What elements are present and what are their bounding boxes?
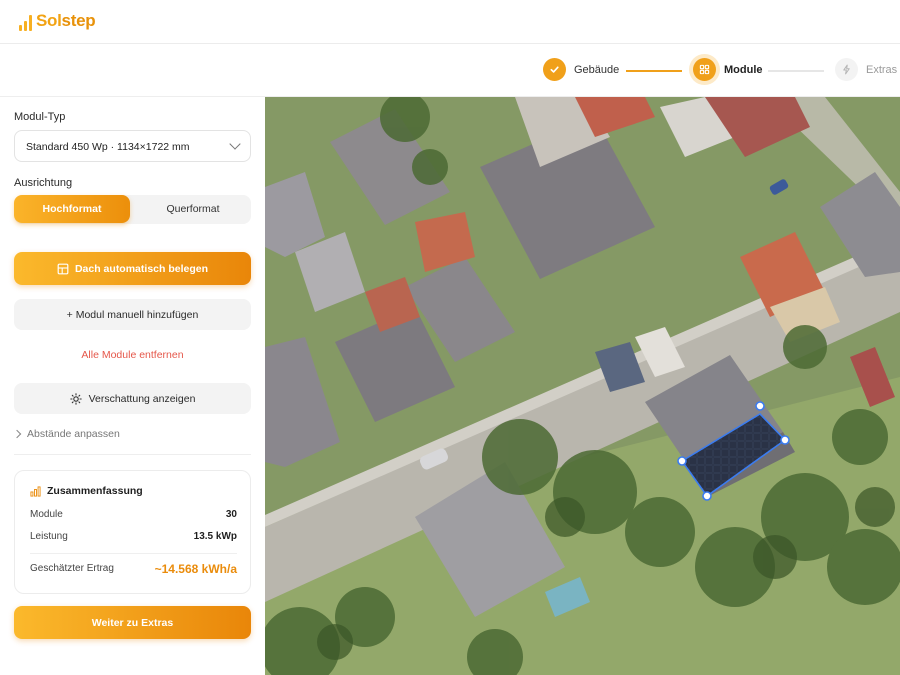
summary-value: ~14.568 kWh/a (154, 562, 237, 576)
step-connector (626, 70, 682, 72)
brand-logo[interactable]: Solstep (19, 11, 96, 31)
satellite-map[interactable] (265, 97, 900, 675)
orientation-label: Ausrichtung (14, 177, 73, 189)
bar-chart-logo-icon (19, 15, 32, 31)
step-gebaeude[interactable]: Gebäude (543, 58, 619, 81)
summary-row-power: Leistung 13.5 kWp (30, 531, 237, 542)
solar-array-selection[interactable] (265, 97, 900, 675)
check-icon (543, 58, 566, 81)
summary-value: 30 (225, 509, 237, 520)
shading-label: Verschattung anzeigen (88, 392, 196, 405)
step-label: Module (724, 63, 763, 76)
module-type-label: Modul-Typ (14, 111, 66, 123)
config-sidebar: Modul-Typ Standard 450 Wp · 1134×1722 mm… (0, 97, 265, 675)
spacing-collapsible[interactable]: Abstände anpassen (12, 428, 120, 440)
continue-label: Weiter zu Extras (91, 616, 174, 629)
summary-row-yield: Geschätzter Ertrag ~14.568 kWh/a (30, 562, 237, 576)
continue-to-extras-button[interactable]: Weiter zu Extras (14, 606, 251, 639)
show-shading-button[interactable]: Verschattung anzeigen (14, 383, 251, 414)
add-module-label: + Modul manuell hinzufügen (66, 308, 199, 321)
summary-title: Zusammenfassung (30, 485, 143, 497)
orientation-landscape-button[interactable]: Querformat (135, 195, 251, 223)
step-label: Gebäude (574, 63, 620, 76)
auto-fill-label: Dach automatisch belegen (74, 262, 209, 275)
summary-divider (30, 553, 237, 554)
module-type-value: Standard 450 Wp · 1134×1722 mm (26, 141, 190, 153)
remove-all-modules-link[interactable]: Alle Module entfernen (14, 349, 251, 361)
grid-icon (693, 58, 716, 81)
orientation-toggle: Hochformat Querformat (14, 195, 251, 224)
summary-row-modules: Module 30 (30, 509, 237, 520)
resize-handle[interactable] (677, 456, 687, 466)
progress-stepper: Gebäude Module Extras (0, 44, 900, 97)
top-header: Solstep (0, 0, 900, 44)
step-connector (768, 70, 824, 72)
bolt-icon (835, 58, 858, 81)
brand-name: Solstep (36, 11, 96, 30)
module-type-select[interactable]: Standard 450 Wp · 1134×1722 mm (14, 130, 251, 162)
auto-fill-roof-button[interactable]: Dach automatisch belegen (14, 252, 251, 285)
summary-value: 13.5 kWp (193, 531, 237, 542)
chevron-right-icon (12, 429, 22, 439)
step-extras[interactable]: Extras (835, 58, 897, 81)
bar-chart-icon (30, 485, 41, 497)
add-module-manual-button[interactable]: + Modul manuell hinzufügen (14, 299, 251, 330)
orientation-portrait-button[interactable]: Hochformat (14, 195, 130, 223)
spacing-label: Abstände anpassen (27, 428, 120, 440)
step-module[interactable]: Module (693, 58, 763, 81)
resize-handle[interactable] (755, 401, 765, 411)
sun-icon (69, 392, 82, 405)
resize-handle[interactable] (702, 491, 712, 501)
divider (14, 454, 251, 455)
step-label: Extras (866, 63, 898, 76)
summary-card: Zusammenfassung Module 30 Leistung 13.5 … (14, 470, 251, 594)
chevron-down-icon (229, 138, 241, 150)
resize-handle[interactable] (780, 435, 790, 445)
layout-grid-icon (57, 263, 69, 274)
